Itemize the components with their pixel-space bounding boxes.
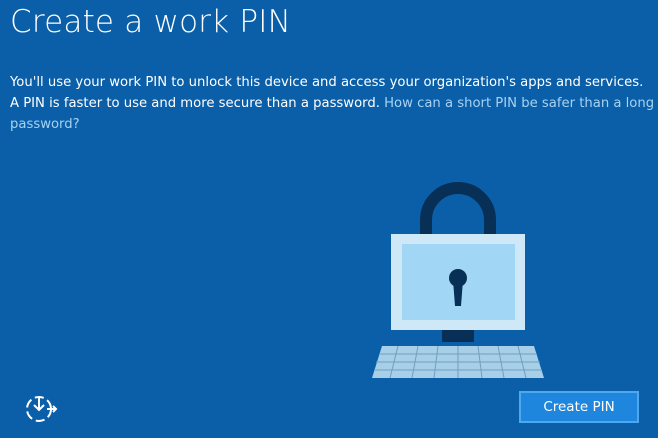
pin-safety-link[interactable]: How can a short PIN be safer than a long [384, 96, 654, 111]
description-text: A PIN is faster to use and more secure t… [10, 96, 385, 111]
page-title: Create a work PIN [10, 4, 292, 40]
page-description: You'll use your work PIN to unlock this … [10, 72, 654, 135]
description-line-2: A PIN is faster to use and more secure t… [10, 93, 654, 114]
ease-of-access-button[interactable] [20, 388, 60, 428]
create-pin-button[interactable]: Create PIN [519, 391, 639, 423]
padlock-computer-illustration [368, 182, 548, 386]
ease-of-access-icon [26, 396, 58, 422]
pin-safety-link-continued[interactable]: password? [10, 114, 650, 135]
description-line-1: You'll use your work PIN to unlock this … [10, 75, 644, 90]
